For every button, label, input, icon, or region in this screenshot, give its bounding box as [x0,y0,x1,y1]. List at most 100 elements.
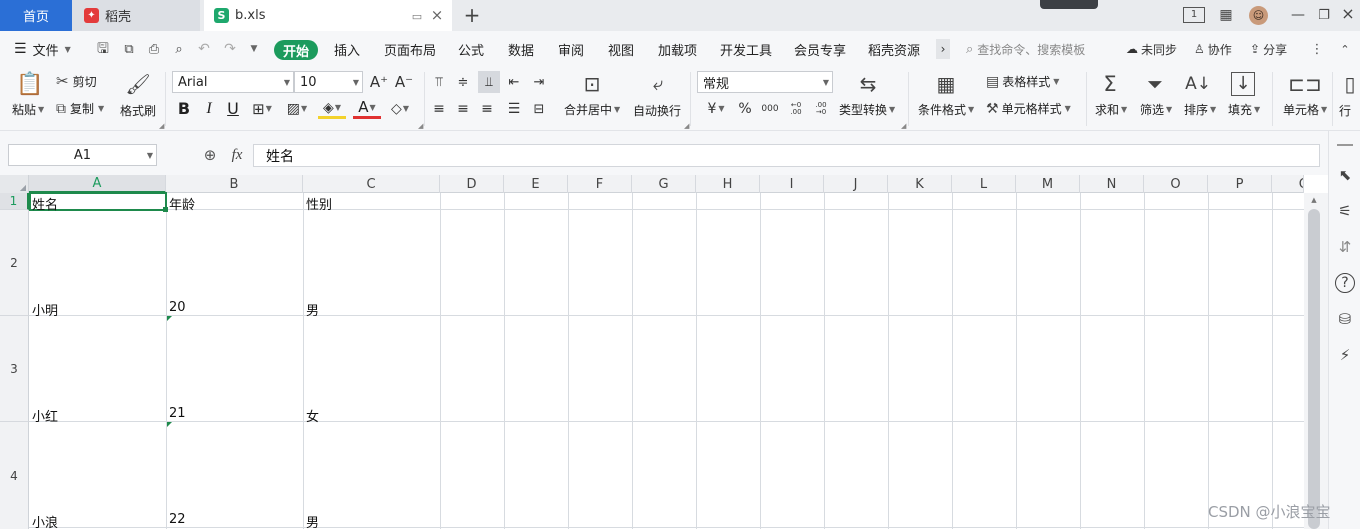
print-icon[interactable]: ⎙ [145,40,163,58]
share-button[interactable]: ⇪ 分享 [1250,40,1287,58]
cursor-select-icon[interactable]: ⬉ [1335,165,1355,185]
column-header-l[interactable]: L [952,175,1016,193]
command-search[interactable]: ⌕ 查找命令、搜索模板 [966,40,1085,58]
column-header-e[interactable]: E [504,175,568,193]
column-header-n[interactable]: N [1080,175,1144,193]
paste-button[interactable]: 粘贴 ▼ [12,101,44,118]
increase-decimal-icon[interactable]: ←0 .00 [785,99,807,119]
sort-icon[interactable]: A↓ [1185,72,1211,96]
print-preview-icon[interactable]: ⌕ [170,40,188,58]
help-icon[interactable]: ? [1335,273,1355,293]
tab-start[interactable]: 开始 [274,40,318,60]
cell-style-button[interactable]: ⚒ 单元格样式 ▼ [986,100,1071,117]
increase-indent-icon[interactable]: ⇥ [530,72,548,92]
convert-icon[interactable]: ⇆ [856,72,880,96]
collapse-ribbon-icon[interactable]: ⌃ [1338,40,1352,58]
clear-format-icon[interactable]: ◇ ▼ [386,99,414,119]
font-launcher-icon[interactable]: ◢ [418,122,423,130]
tab-addins[interactable]: 加载项 [658,31,697,67]
column-header-i[interactable]: I [760,175,824,193]
sync-button[interactable]: ☁ 未同步 [1126,40,1177,58]
justify-icon[interactable]: ☰ [505,99,523,119]
collab-button[interactable]: ♙ 协作 [1194,40,1232,58]
fill-icon[interactable]: ↓ [1231,72,1255,96]
undo-icon[interactable]: ↶ [195,40,213,58]
fill-color-icon[interactable]: ◈ ▼ [318,99,346,119]
align-center-icon[interactable]: ≡ [454,99,472,119]
fill-pattern-icon[interactable]: ▨ ▼ [283,99,311,119]
type-convert-button[interactable]: 类型转换 ▼ [839,101,895,118]
row-col-label[interactable]: 行 [1339,102,1351,119]
alignment-launcher-icon[interactable]: ◢ [684,122,689,130]
cut-button[interactable]: ✂ 剪切 [56,73,97,90]
formula-input[interactable]: 姓名 [253,144,1320,167]
row-header-4[interactable]: 4 [0,422,29,529]
font-name-select[interactable]: Arial ▼ [172,71,294,93]
table-style-button[interactable]: ▤ 表格样式 ▼ [986,73,1059,90]
more-options-icon[interactable]: ⋮ [1311,40,1324,58]
tab-file[interactable]: S b.xls ▭ × [204,0,452,31]
copy-button[interactable]: ⧉ 复制 ▼ [56,100,104,117]
export-icon[interactable]: ⧉ [120,40,138,58]
tab-review[interactable]: 审阅 [558,31,584,67]
conditional-format-icon[interactable]: ▦ [934,72,958,96]
lightning-icon[interactable]: ⚡ [1335,345,1355,365]
close-window-icon[interactable]: × [1340,5,1356,23]
cell-button[interactable]: 单元格 ▼ [1283,101,1327,118]
clipboard-launcher-icon[interactable]: ◢ [159,122,164,130]
font-size-select[interactable]: 10 ▼ [294,71,363,93]
name-box[interactable]: A1 ▼ [8,144,157,166]
cell-c4[interactable]: 男 [303,512,319,529]
column-header-p[interactable]: P [1208,175,1272,193]
pin-icon[interactable]: ▭ [410,9,424,23]
cell-b2[interactable]: 20 [166,300,186,315]
properties-icon[interactable]: ⚟ [1335,201,1355,221]
new-tab-icon[interactable]: + [462,5,482,25]
merge-center-icon[interactable]: ⊡ [579,72,605,96]
backup-icon[interactable]: ⛁ [1335,309,1355,329]
conditional-format-button[interactable]: 条件格式 ▼ [918,101,974,118]
column-header-c[interactable]: C [303,175,440,193]
tab-view[interactable]: 视图 [608,31,634,67]
italic-icon[interactable]: I [201,99,217,119]
bold-icon[interactable]: B [176,99,192,119]
border-icon[interactable]: ⊞ ▼ [250,99,274,119]
redo-icon[interactable]: ↷ [221,40,239,58]
merge-center-button[interactable]: 合并居中 ▼ [564,101,620,118]
cell-a4[interactable]: 小浪 [29,512,58,529]
increase-font-icon[interactable]: A⁺ [370,72,388,92]
column-header-j[interactable]: J [824,175,888,193]
panel-collapse-bar[interactable] [1337,144,1353,146]
align-right-icon[interactable]: ≡ [478,99,496,119]
cell-c1[interactable]: 性别 [303,194,332,213]
transform-icon[interactable]: ⇵ [1335,237,1355,257]
cell-a3[interactable]: 小红 [29,406,58,425]
layout-icon[interactable]: 1 [1183,7,1205,23]
filter-button[interactable]: 筛选 ▼ [1140,101,1172,118]
filter-icon[interactable]: ⏷ [1143,72,1167,96]
row-header-3[interactable]: 3 [0,316,29,422]
cell-icon[interactable]: ⊏⊐ [1288,72,1322,96]
close-tab-icon[interactable]: × [430,7,444,22]
currency-icon[interactable]: ¥ ▼ [703,99,729,119]
more-tabs-icon[interactable]: › [936,39,950,59]
cell-b4[interactable]: 22 [166,512,186,527]
sort-button[interactable]: 排序 ▼ [1184,101,1216,118]
tab-page-layout[interactable]: 页面布局 [384,31,436,67]
distribute-icon[interactable]: ⊟ [530,99,548,119]
decrease-indent-icon[interactable]: ⇤ [505,72,523,92]
align-left-icon[interactable]: ≡ [430,99,448,119]
wrap-text-label[interactable]: 自动换行 [633,102,681,119]
cell-b3[interactable]: 21 [166,406,186,421]
scroll-up-icon[interactable]: ▲ [1309,195,1319,205]
column-header-f[interactable]: F [568,175,632,193]
tab-docer-resources[interactable]: 稻壳资源 [868,31,920,67]
align-bottom-icon[interactable]: ⫫ [478,71,500,93]
sum-button[interactable]: 求和 ▼ [1095,101,1127,118]
quick-access-dropdown-icon[interactable]: ▼ [247,41,261,57]
decrease-decimal-icon[interactable]: .00 →0 [810,99,832,119]
tab-member[interactable]: 会员专享 [794,31,846,67]
thousands-separator-icon[interactable]: 000 [760,99,780,119]
error-indicator-icon[interactable] [167,422,172,427]
sum-icon[interactable]: Σ [1098,72,1122,96]
